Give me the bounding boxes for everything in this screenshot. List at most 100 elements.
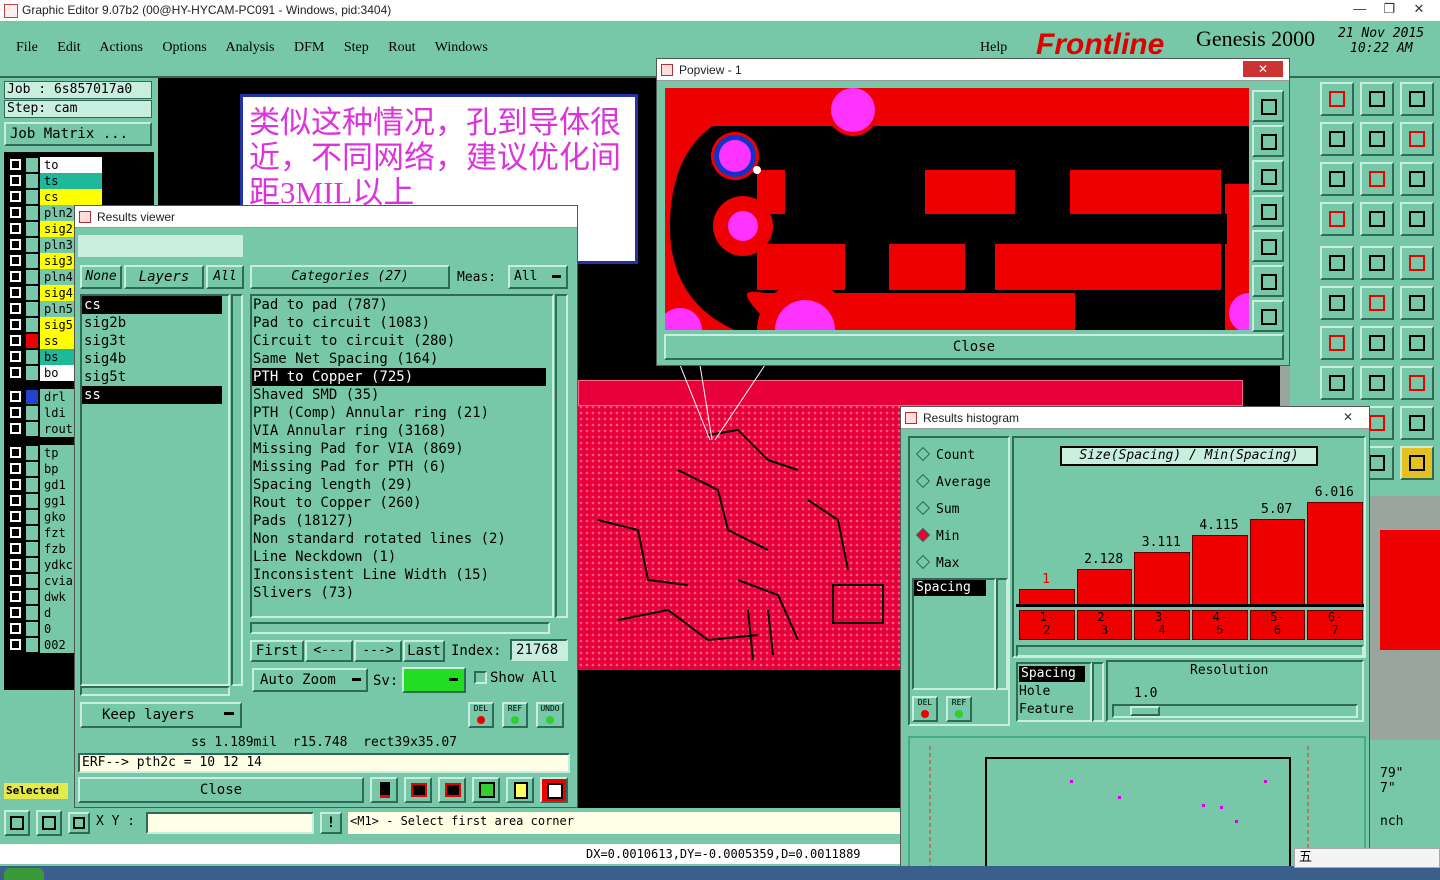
zoom-tool-button[interactable] <box>4 810 30 836</box>
category-item[interactable]: Non standard rotated lines (2) <box>252 530 546 548</box>
show-all-checkbox[interactable] <box>474 671 487 684</box>
category-item[interactable]: Missing Pad for VIA (869) <box>252 440 546 458</box>
layer-checkbox[interactable] <box>10 447 21 458</box>
popview-canvas[interactable] <box>665 88 1249 330</box>
layer-color-swatch[interactable] <box>26 350 38 364</box>
layer-color-swatch[interactable] <box>26 254 38 268</box>
toolbar-button[interactable] <box>1400 246 1434 280</box>
layer-name[interactable]: cs <box>40 189 102 205</box>
layer-checkbox[interactable] <box>10 351 21 362</box>
layer-checkbox[interactable] <box>10 623 21 634</box>
measure-tool-button[interactable] <box>36 810 62 836</box>
category-item[interactable]: VIA Annular ring (3168) <box>252 422 546 440</box>
toolbar-button[interactable] <box>1360 162 1394 196</box>
keep-layers-dropdown[interactable]: Keep layers <box>80 702 242 728</box>
layer-checkbox[interactable] <box>10 335 21 346</box>
menu-windows[interactable]: Windows <box>435 40 488 55</box>
first-button[interactable]: First <box>250 640 304 662</box>
toolbar-button[interactable] <box>1400 286 1434 320</box>
menu-actions[interactable]: Actions <box>99 40 143 55</box>
toolbar-button[interactable] <box>1360 286 1394 320</box>
layer-color-swatch[interactable] <box>26 446 38 460</box>
histogram-list-scrollbar[interactable] <box>996 578 1008 690</box>
toolbar-button[interactable] <box>1360 122 1394 156</box>
mode-radio-count[interactable]: Count <box>914 446 975 464</box>
popview-tool-button[interactable] <box>1252 230 1284 262</box>
res-list-hole[interactable]: Hole <box>1019 684 1050 699</box>
tool-icon-3[interactable] <box>438 777 466 803</box>
maximize-button[interactable]: ❐ <box>1376 1 1402 17</box>
layer-checkbox[interactable] <box>10 527 21 538</box>
resolution-slider[interactable] <box>1112 704 1358 718</box>
layer-color-swatch[interactable] <box>26 510 38 524</box>
layer-color-swatch[interactable] <box>26 190 38 204</box>
popview-tool-button[interactable] <box>1252 300 1284 332</box>
popview-close-button[interactable]: Close <box>664 334 1284 360</box>
layer-color-swatch[interactable] <box>26 206 38 220</box>
index-input[interactable]: 21768 <box>510 639 568 661</box>
undo-button[interactable]: UNDO <box>536 702 564 728</box>
layer-color-swatch[interactable] <box>26 590 38 604</box>
hist-ref-button[interactable]: REF <box>946 696 972 722</box>
layer-color-swatch[interactable] <box>26 638 38 652</box>
toolbar-button[interactable] <box>1400 162 1434 196</box>
layer-checkbox[interactable] <box>10 511 21 522</box>
layer-checkbox[interactable] <box>10 175 21 186</box>
layer-checkbox[interactable] <box>10 495 21 506</box>
category-item[interactable]: Inconsistent Line Width (15) <box>252 566 546 584</box>
layer-color-swatch[interactable] <box>26 302 38 316</box>
category-item[interactable]: PTH to Copper (725) <box>252 368 546 386</box>
histogram-category-label[interactable]: 4- 5 <box>1192 610 1248 640</box>
histogram-bar[interactable] <box>1249 519 1306 606</box>
layer-checkbox[interactable] <box>10 463 21 474</box>
toolbar-button[interactable] <box>1400 82 1434 116</box>
prev-button[interactable]: <--- <box>305 640 353 662</box>
toolbar-button[interactable] <box>1320 246 1354 280</box>
category-item[interactable]: Same Net Spacing (164) <box>252 350 546 368</box>
layer-color-swatch[interactable] <box>26 526 38 540</box>
layer-color-swatch[interactable] <box>26 558 38 572</box>
tool-icon-1[interactable] <box>370 777 398 803</box>
histogram-bar[interactable] <box>1192 535 1248 606</box>
category-item[interactable]: Shaved SMD (35) <box>252 386 546 404</box>
layers-none-button[interactable]: None <box>80 265 122 289</box>
menu-edit[interactable]: Edit <box>57 40 80 55</box>
layer-checkbox[interactable] <box>10 223 21 234</box>
layer-color-swatch[interactable] <box>26 494 38 508</box>
toolbar-button[interactable] <box>1320 366 1354 400</box>
layer-color-swatch[interactable] <box>26 334 38 348</box>
category-item[interactable]: Pad to pad (787) <box>252 296 546 314</box>
layer-checkbox[interactable] <box>10 407 21 418</box>
menu-help[interactable]: Help <box>980 40 1007 56</box>
layers-all-button[interactable]: All <box>206 265 244 289</box>
minimize-button[interactable]: — <box>1347 1 1373 16</box>
layer-checkbox[interactable] <box>10 207 21 218</box>
layer-color-swatch[interactable] <box>26 622 38 636</box>
tool-icon-2[interactable] <box>404 777 432 803</box>
layer-color-swatch[interactable] <box>26 390 38 404</box>
menu-rout[interactable]: Rout <box>388 40 415 55</box>
toolbar-button[interactable] <box>1320 286 1354 320</box>
layer-color-swatch[interactable] <box>26 174 38 188</box>
hist-del-button[interactable]: DEL <box>912 696 938 722</box>
layer-name[interactable]: ts <box>40 173 102 189</box>
sv-color-dropdown[interactable] <box>402 667 466 693</box>
popview-tool-button[interactable] <box>1252 195 1284 227</box>
histogram-category-label[interactable]: 2- 3 <box>1076 610 1133 640</box>
res-list-spacing[interactable]: Spacing <box>1019 666 1085 682</box>
category-item[interactable]: Slivers (73) <box>252 584 546 602</box>
results-layer-item[interactable]: sig5t <box>82 368 222 386</box>
popview-tool-button[interactable] <box>1252 265 1284 297</box>
toolbar-button[interactable] <box>1400 406 1434 440</box>
layers-scrollbar[interactable] <box>231 294 243 686</box>
results-layer-item[interactable]: sig3t <box>82 332 222 350</box>
layer-checkbox[interactable] <box>10 543 21 554</box>
layer-color-swatch[interactable] <box>26 606 38 620</box>
histogram-list-item[interactable]: Spacing <box>914 580 986 596</box>
popview-tool-button[interactable] <box>1252 160 1284 192</box>
layer-checkbox[interactable] <box>10 575 21 586</box>
layer-checkbox[interactable] <box>10 191 21 202</box>
histogram-category-label[interactable]: 6- 7 <box>1307 610 1363 640</box>
chart-hscrollbar[interactable] <box>1016 645 1364 657</box>
menu-dfm[interactable]: DFM <box>294 40 324 55</box>
